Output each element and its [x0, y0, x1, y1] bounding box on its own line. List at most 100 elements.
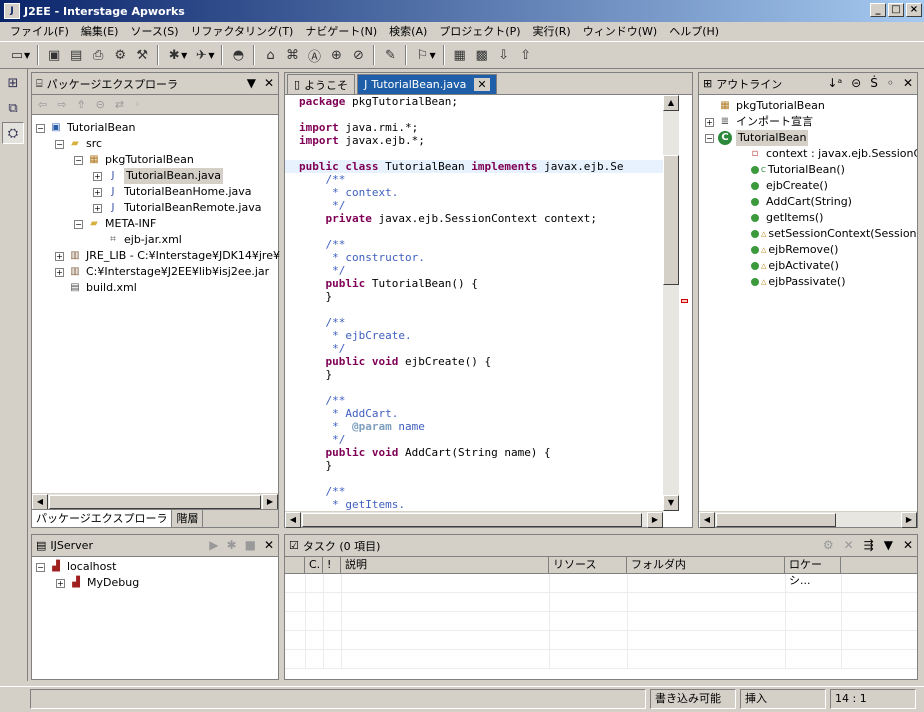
close-view-icon[interactable]: ✕	[903, 76, 913, 90]
editor-hscroll[interactable]: ◀ ▶	[285, 511, 663, 528]
collapse-icon[interactable]: −	[74, 219, 83, 229]
tab-welcome[interactable]: ▯ ようこそ	[287, 74, 356, 94]
j2ee-perspective-icon[interactable]: ⛭	[2, 122, 24, 144]
link-editor-icon[interactable]: ⇄	[115, 98, 124, 111]
scroll-left-icon[interactable]: ◀	[285, 511, 301, 528]
expand-icon[interactable]: +	[93, 171, 102, 181]
open-package-icon[interactable]: ⌘	[281, 44, 303, 66]
scroll-up-icon[interactable]: ▲	[663, 95, 679, 111]
tree-item[interactable]: + J TutorialBeanHome.java	[36, 184, 276, 200]
open-class-icon[interactable]: Ⓐ	[303, 44, 325, 66]
tree-item[interactable]: − ▟ localhost	[36, 559, 276, 575]
tree-item[interactable]: ▤ build.xml	[36, 280, 276, 296]
tree-item[interactable]: ejbCreate()	[705, 178, 917, 194]
expand-icon[interactable]: +	[56, 578, 65, 588]
expand-icon[interactable]: +	[55, 251, 64, 261]
tree-item[interactable]: − ▦ pkgTutorialBean	[36, 152, 276, 168]
tree-item[interactable]: + ▟ MyDebug	[36, 575, 276, 591]
tree-item[interactable]: ⌗ ejb-jar.xml	[36, 232, 276, 248]
annotation-marker[interactable]	[681, 299, 688, 303]
scroll-down-icon[interactable]: ▼	[663, 495, 679, 511]
scroll-track[interactable]	[663, 285, 679, 495]
col-priority[interactable]: !	[323, 557, 341, 573]
open-interface-icon[interactable]: ⊕	[325, 44, 347, 66]
expand-icon[interactable]: +	[55, 267, 64, 277]
hide-nonpublic-icon[interactable]: ◦	[887, 76, 894, 90]
delete-task-icon[interactable]: ✕	[844, 538, 854, 552]
tree-item[interactable]: + ▥ C:¥Interstage¥J2EE¥lib¥isj2ee.jar	[36, 264, 276, 280]
tree-item[interactable]: △ ejbRemove()	[705, 242, 917, 258]
menu-refactor[interactable]: リファクタリング(T)	[184, 23, 299, 41]
expand-icon[interactable]: +	[93, 187, 102, 197]
highlight-icon[interactable]: ▩	[471, 44, 493, 66]
tree-item[interactable]: AddCart(String)	[705, 194, 917, 210]
collapse-icon[interactable]: −	[36, 123, 45, 133]
code-area[interactable]: package pkgTutorialBean; import java.rmi.…	[285, 95, 663, 511]
resource-perspective-icon[interactable]: ⧉	[2, 97, 24, 119]
stop-icon[interactable]: ■	[245, 538, 256, 552]
close-tab-icon[interactable]: ✕	[474, 78, 490, 91]
back-icon[interactable]: ⇦	[38, 98, 47, 111]
open-perspective-icon[interactable]: ⊞	[2, 72, 24, 94]
scroll-thumb[interactable]	[663, 155, 679, 285]
tab-package-explorer[interactable]: パッケージエクスプローラ	[32, 510, 173, 527]
menu-navigate[interactable]: ナビゲート(N)	[299, 23, 383, 41]
scroll-thumb[interactable]	[716, 512, 836, 527]
scroll-left-icon[interactable]: ◀	[699, 511, 715, 528]
collapse-icon[interactable]: −	[55, 139, 64, 149]
scroll-right-icon[interactable]: ▶	[262, 493, 278, 510]
scroll-right-icon[interactable]: ▶	[901, 511, 917, 528]
col-folder[interactable]: フォルダ内	[627, 557, 785, 573]
tree-item[interactable]: getItems()	[705, 210, 917, 226]
col-location[interactable]: ロケーシ...	[785, 557, 841, 587]
edit-icon[interactable]: ✎	[379, 44, 401, 66]
menu-file[interactable]: ファイル(F)	[4, 23, 75, 41]
start-icon[interactable]: ▶	[209, 538, 218, 552]
up-icon[interactable]: ⇮	[76, 98, 85, 111]
tree-item[interactable]: + J TutorialBean.java	[36, 168, 276, 184]
sort-icon[interactable]: ↓ᵃ	[827, 76, 842, 90]
tree-item[interactable]: − ▣ TutorialBean	[36, 120, 276, 136]
tree-item[interactable]: + J TutorialBeanRemote.java	[36, 200, 276, 216]
tree-item[interactable]: − ▰ src	[36, 136, 276, 152]
col-completed[interactable]: C.	[305, 557, 323, 573]
close-view-icon[interactable]: ✕	[264, 538, 274, 552]
tree-item[interactable]: + ≣ インポート宣言	[705, 114, 917, 130]
launch-dropdown-icon[interactable]: ▼	[429, 51, 435, 60]
close-view-icon[interactable]: ✕	[903, 538, 913, 552]
scroll-right-icon[interactable]: ▶	[647, 511, 663, 528]
tree-item[interactable]: − C TutorialBean	[705, 130, 917, 146]
save-icon[interactable]: ▣	[43, 44, 65, 66]
menu-edit[interactable]: 編集(E)	[75, 23, 125, 41]
build-icon[interactable]: ⚒	[131, 44, 153, 66]
collapse-icon[interactable]: −	[74, 155, 83, 165]
close-button[interactable]: ×	[906, 3, 922, 17]
tree-item[interactable]: − ▰ META-INF	[36, 216, 276, 232]
server-icon[interactable]: ◓	[227, 44, 249, 66]
menu-help[interactable]: ヘルプ(H)	[663, 23, 725, 41]
maximize-button[interactable]: □	[888, 3, 904, 17]
outline-hscroll[interactable]: ◀ ▶	[699, 511, 917, 528]
tab-hierarchy[interactable]: 階層	[172, 510, 204, 527]
new-dropdown-icon[interactable]: ▼	[24, 51, 30, 60]
col-resource[interactable]: リソース	[549, 557, 627, 573]
open-method-icon[interactable]: ⊘	[347, 44, 369, 66]
tree-item[interactable]: ▫ context : javax.ejb.SessionC	[705, 146, 917, 162]
deploy-icon[interactable]: ⚙	[109, 44, 131, 66]
overview-ruler[interactable]	[679, 95, 692, 511]
view-menu-icon[interactable]: ▼	[884, 538, 893, 552]
minimize-button[interactable]: _	[870, 3, 886, 17]
forward-icon[interactable]: ⇨	[57, 98, 66, 111]
tree-item[interactable]: C TutorialBean()	[705, 162, 917, 178]
hide-fields-icon[interactable]: ⊝	[851, 76, 861, 90]
col-description[interactable]: 説明	[341, 557, 549, 573]
tab-tutorialbean-java[interactable]: J TutorialBean.java ✕	[357, 74, 497, 94]
menu-run[interactable]: 実行(R)	[527, 23, 577, 41]
menu-window[interactable]: ウィンドウ(W)	[577, 23, 663, 41]
filter-tasks-icon[interactable]: ⇶	[864, 538, 874, 552]
print-icon[interactable]: ⎙	[87, 44, 109, 66]
menu-project[interactable]: プロジェクト(P)	[433, 23, 526, 41]
collapse-icon[interactable]: −	[705, 133, 714, 143]
scroll-left-icon[interactable]: ◀	[32, 493, 48, 510]
package-hscroll[interactable]: ◀ ▶	[32, 493, 278, 510]
